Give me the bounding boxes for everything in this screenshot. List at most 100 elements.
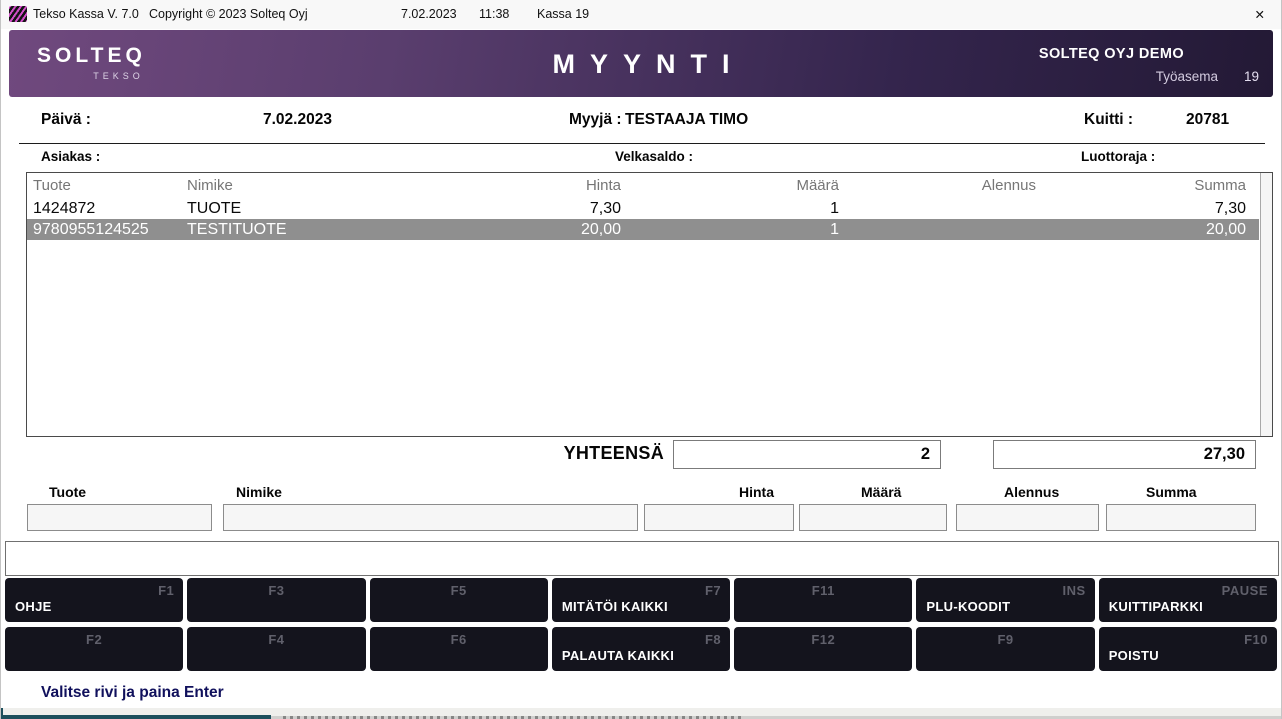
- background-window-border-left: [1, 708, 3, 719]
- cell-tuote: 9780955124525: [27, 221, 187, 239]
- entry-label-nimike: Nimike: [236, 484, 282, 500]
- cell-maara: 1: [621, 221, 839, 239]
- fkey-key-label: F1: [158, 583, 174, 598]
- fkey-key-label: F10: [1244, 632, 1268, 647]
- app-window: Tekso Kassa V. 7.0 Copyright © 2023 Solt…: [0, 0, 1282, 719]
- function-key-row-1: F1 OHJE F3 F5 F7 MITÄTÖI KAIKKI F11 INS …: [5, 578, 1277, 622]
- fkey-kuittiparkki-pause[interactable]: PAUSE KUITTIPARKKI: [1099, 578, 1277, 622]
- entry-label-hinta: Hinta: [739, 484, 774, 500]
- status-message: Valitse rivi ja paina Enter: [41, 684, 224, 702]
- fkey-key-label: F12: [734, 632, 912, 647]
- titlebar-date: 7.02.2023: [401, 7, 457, 21]
- fkey-label: KUITTIPARKKI: [1109, 599, 1203, 614]
- receipt-number: 20781: [1186, 111, 1229, 129]
- cell-nimike: TESTITUOTE: [187, 221, 427, 239]
- entry-label-alennus: Alennus: [1004, 484, 1059, 500]
- fkey-f9[interactable]: F9: [916, 627, 1094, 671]
- fkey-ohje-f1[interactable]: F1 OHJE: [5, 578, 183, 622]
- fkey-key-label: F8: [705, 632, 721, 647]
- fkey-key-label: F6: [370, 632, 548, 647]
- total-label: YHTEENSÄ: [401, 443, 664, 464]
- copyright-text: Copyright © 2023 Solteq Oyj: [149, 7, 308, 21]
- col-header-nimike: Nimike: [187, 177, 427, 194]
- cell-maara: 1: [621, 200, 839, 218]
- fkey-mitatoi-kaikki-f7[interactable]: F7 MITÄTÖI KAIKKI: [552, 578, 730, 622]
- credit-label: Luottoraja :: [1081, 149, 1155, 164]
- cell-hinta: 20,00: [427, 221, 621, 239]
- fkey-plu-koodit-ins[interactable]: INS PLU-KOODIT: [916, 578, 1094, 622]
- workstation-info: Työasema 19: [1156, 69, 1259, 84]
- workstation-label: Työasema: [1156, 69, 1218, 84]
- close-icon[interactable]: ✕: [1255, 7, 1265, 22]
- fkey-label: PALAUTA KAIKKI: [562, 648, 674, 663]
- cell-hinta: 7,30: [427, 200, 621, 218]
- fkey-label: OHJE: [15, 599, 52, 614]
- debt-label: Velkasaldo :: [615, 149, 693, 164]
- fkey-key-label: F3: [187, 583, 365, 598]
- titlebar: Tekso Kassa V. 7.0 Copyright © 2023 Solt…: [1, 0, 1281, 29]
- nimike-input[interactable]: [223, 504, 638, 531]
- col-header-alennus: Alennus: [839, 177, 1036, 194]
- fkey-key-label: F11: [734, 583, 912, 598]
- table-row[interactable]: 1424872 TUOTE 7,30 1 7,30: [27, 198, 1259, 219]
- fkey-label: MITÄTÖI KAIKKI: [562, 599, 668, 614]
- col-header-maara: Määrä: [621, 177, 839, 194]
- date-value: 7.02.2023: [263, 111, 332, 129]
- fkey-f12[interactable]: F12: [734, 627, 912, 671]
- receipt-label: Kuitti :: [1084, 111, 1133, 129]
- fkey-key-label: PAUSE: [1222, 583, 1268, 598]
- tuote-input[interactable]: [27, 504, 212, 531]
- cell-summa: 20,00: [1036, 221, 1246, 239]
- entry-label-maara: Määrä: [861, 484, 901, 500]
- fkey-f2[interactable]: F2: [5, 627, 183, 671]
- customer-label: Asiakas :: [41, 149, 100, 164]
- workstation-number: 19: [1244, 69, 1259, 84]
- fkey-poistu-f10[interactable]: F10 POISTU: [1099, 627, 1277, 671]
- alennus-input[interactable]: [956, 504, 1099, 531]
- seller-value: TESTAAJA TIMO: [625, 111, 748, 129]
- col-header-summa: Summa: [1036, 177, 1246, 194]
- app-icon: [9, 6, 27, 22]
- register-number: Kassa 19: [537, 7, 589, 21]
- date-label: Päivä :: [41, 111, 91, 129]
- fkey-f6[interactable]: F6: [370, 627, 548, 671]
- col-header-hinta: Hinta: [427, 177, 621, 194]
- table-scrollbar[interactable]: [1260, 173, 1272, 436]
- entry-label-tuote: Tuote: [49, 484, 86, 500]
- fkey-key-label: INS: [1063, 583, 1086, 598]
- divider-line: [19, 143, 1265, 144]
- fkey-label: POISTU: [1109, 648, 1159, 663]
- command-input[interactable]: [5, 541, 1279, 576]
- header-banner: SOLTEQ TEKSO MYYNTI SOLTEQ OYJ DEMO Työa…: [9, 30, 1273, 97]
- company-name: SOLTEQ OYJ DEMO: [1039, 46, 1184, 62]
- fkey-f4[interactable]: F4: [187, 627, 365, 671]
- fkey-key-label: F7: [705, 583, 721, 598]
- fkey-key-label: F2: [5, 632, 183, 647]
- seller-label: Myyjä :: [569, 111, 622, 129]
- total-quantity-field: 2: [673, 440, 941, 469]
- fkey-f5[interactable]: F5: [370, 578, 548, 622]
- fkey-key-label: F5: [370, 583, 548, 598]
- entry-label-summa: Summa: [1146, 484, 1197, 500]
- col-header-tuote: Tuote: [27, 177, 187, 194]
- app-title: Tekso Kassa V. 7.0: [33, 7, 139, 21]
- fkey-palauta-kaikki-f8[interactable]: F8 PALAUTA KAIKKI: [552, 627, 730, 671]
- fkey-key-label: F9: [916, 632, 1094, 647]
- fkey-key-label: F4: [187, 632, 365, 647]
- sale-lines-table: Tuote Nimike Hinta Määrä Alennus Summa 1…: [26, 172, 1273, 437]
- background-window-border: [1, 715, 271, 719]
- cell-tuote: 1424872: [27, 200, 187, 218]
- summa-input[interactable]: [1106, 504, 1256, 531]
- fkey-f11[interactable]: F11: [734, 578, 912, 622]
- table-header-row: Tuote Nimike Hinta Määrä Alennus Summa: [27, 173, 1259, 198]
- function-key-row-2: F2 F4 F6 F8 PALAUTA KAIKKI F12 F9 F10 PO…: [5, 627, 1277, 671]
- table-row-selected[interactable]: 9780955124525 TESTITUOTE 20,00 1 20,00: [27, 219, 1259, 240]
- fkey-f3[interactable]: F3: [187, 578, 365, 622]
- cell-nimike: TUOTE: [187, 200, 427, 218]
- statusbar: Valitse rivi ja paina Enter: [1, 672, 1281, 708]
- total-sum-field: 27,30: [993, 440, 1256, 469]
- hinta-input[interactable]: [644, 504, 794, 531]
- titlebar-time: 11:38: [479, 7, 509, 21]
- background-window-edge: [1, 708, 1281, 719]
- maara-input[interactable]: [799, 504, 947, 531]
